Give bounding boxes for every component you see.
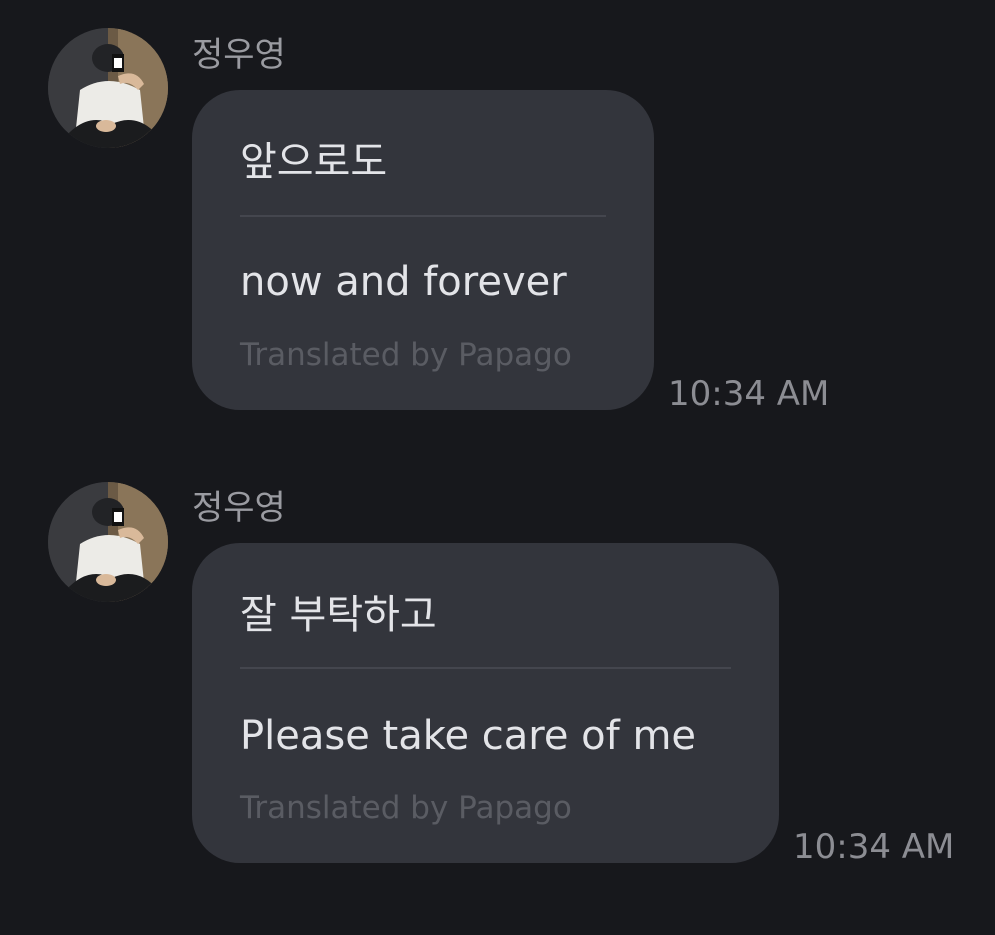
translation-credit: Translated by Papago xyxy=(240,790,572,826)
original-text: 잘 부탁하고 xyxy=(240,592,437,638)
timestamp: 10:34 AM xyxy=(793,827,955,867)
translated-text: Please take care of me xyxy=(240,713,697,759)
avatar[interactable] xyxy=(48,482,168,602)
user-photo-avatar-icon xyxy=(48,482,168,602)
message-bubble[interactable]: 잘 부탁하고 Please take care of me Translated… xyxy=(192,543,779,863)
divider xyxy=(240,667,731,669)
message-2: 정우영 잘 부탁하고 Please take care of me Transl… xyxy=(0,0,995,935)
sender-name: 정우영 xyxy=(192,488,286,528)
